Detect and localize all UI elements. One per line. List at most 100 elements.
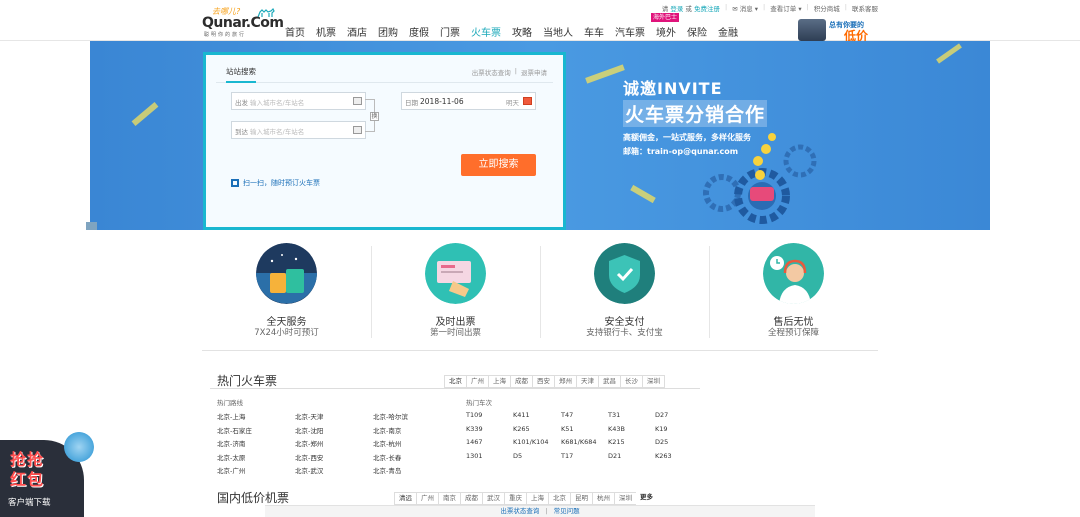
city-tab[interactable]: 南京: [438, 492, 460, 505]
train-link[interactable]: D5: [513, 452, 522, 460]
nav-item-cars[interactable]: 车车: [584, 24, 604, 39]
separator: |: [545, 507, 548, 515]
train-link[interactable]: K263: [655, 452, 672, 460]
separator: |: [806, 3, 809, 11]
city-tab[interactable]: 上海: [526, 492, 548, 505]
route-link[interactable]: 北京-广州: [217, 465, 245, 475]
city-tab[interactable]: 杭州: [592, 492, 614, 505]
route-link[interactable]: 北京-哈尔滨: [373, 411, 408, 421]
nav-item-hotels[interactable]: 酒店: [347, 24, 367, 39]
main-nav: 首页 机票 酒店 团购 度假 门票 火车票 攻略 当地人 车车 汽车票 海外巴士…: [285, 13, 749, 39]
swap-stations-button[interactable]: 换: [370, 112, 379, 121]
city-tab[interactable]: 武汉: [482, 492, 504, 505]
train-link[interactable]: K265: [513, 425, 530, 433]
login-link[interactable]: 登录: [670, 5, 683, 13]
date-field[interactable]: 日期 2018-11-06 明天: [401, 92, 536, 110]
city-tab[interactable]: 深圳: [614, 492, 636, 505]
points-mall-link[interactable]: 积分商城: [814, 3, 840, 13]
train-link[interactable]: K215: [608, 438, 625, 446]
ticket-status-link[interactable]: 出票状态查询: [500, 507, 539, 515]
city-tab[interactable]: 昆明: [570, 492, 592, 505]
route-link[interactable]: 北京-南京: [373, 425, 401, 435]
city-tab[interactable]: 西安: [532, 375, 554, 388]
route-link[interactable]: 北京-太原: [217, 452, 245, 462]
app-promo[interactable]: 总有你要的 低价: [798, 19, 878, 43]
nav-item-home[interactable]: 首页: [285, 24, 305, 39]
train-link[interactable]: T47: [561, 411, 573, 419]
train-link[interactable]: K19: [655, 425, 668, 433]
nav-item-trains[interactable]: 火车票: [471, 24, 501, 39]
station-list-icon[interactable]: [353, 97, 362, 105]
register-link[interactable]: 免费注册: [694, 5, 720, 13]
arrival-field[interactable]: 到达 输入城市名/车站名: [231, 121, 366, 139]
train-link[interactable]: K51: [561, 425, 574, 433]
city-tab[interactable]: 广州: [466, 375, 488, 388]
train-link[interactable]: K43B: [608, 425, 625, 433]
date-suffix: 明天: [506, 99, 519, 107]
search-button[interactable]: 立即搜索: [461, 154, 536, 176]
train-link[interactable]: K411: [513, 411, 530, 419]
city-tab[interactable]: 天津: [576, 375, 598, 388]
route-link[interactable]: 北京-济南: [217, 438, 245, 448]
train-link[interactable]: K681/K684: [561, 438, 597, 446]
city-tab[interactable]: 武昌: [598, 375, 620, 388]
city-tab[interactable]: 深圳: [642, 375, 665, 388]
route-link[interactable]: 北京-天津: [295, 411, 323, 421]
train-link[interactable]: D21: [608, 452, 621, 460]
route-link[interactable]: 北京-上海: [217, 411, 245, 421]
nav-item-group-buy[interactable]: 团购: [378, 24, 398, 39]
train-link[interactable]: K339: [466, 425, 483, 433]
city-tab[interactable]: 成都: [510, 375, 532, 388]
train-link[interactable]: T31: [608, 411, 620, 419]
city-tab[interactable]: 成都: [460, 492, 482, 505]
train-link[interactable]: D25: [655, 438, 668, 446]
nav-item-insurance[interactable]: 保险: [687, 24, 707, 39]
train-link[interactable]: K101/K104: [513, 438, 549, 446]
city-tab[interactable]: 北京: [444, 375, 466, 388]
route-link[interactable]: 北京-西安: [295, 452, 323, 462]
tab-station-search[interactable]: 站站搜索: [226, 66, 256, 83]
train-link[interactable]: T109: [466, 411, 482, 419]
date-value: 2018-11-06: [420, 97, 464, 106]
city-tab[interactable]: 上海: [488, 375, 510, 388]
city-tab[interactable]: 郑州: [554, 375, 576, 388]
train-link[interactable]: 1467: [466, 438, 483, 446]
nav-item-guides[interactable]: 攻略: [512, 24, 532, 39]
nav-item-vacation[interactable]: 度假: [409, 24, 429, 39]
station-list-icon[interactable]: [353, 126, 362, 134]
logo-name: Qunar.Com: [202, 15, 284, 31]
city-tab[interactable]: 重庆: [504, 492, 526, 505]
nav-item-bus[interactable]: 汽车票: [615, 24, 645, 39]
calendar-icon[interactable]: [523, 97, 532, 105]
city-tab[interactable]: 广州: [416, 492, 438, 505]
departure-field[interactable]: 出发 输入城市名/车站名: [231, 92, 366, 110]
route-link[interactable]: 北京-郑州: [295, 438, 323, 448]
nav-item-finance[interactable]: 金融: [718, 24, 738, 39]
route-link[interactable]: 北京-武汉: [295, 465, 323, 475]
qunar-logo[interactable]: 去哪儿? Qunar.Com 聪明你的旅行: [202, 6, 284, 38]
train-link[interactable]: D27: [655, 411, 668, 419]
city-tab[interactable]: 清远: [394, 492, 416, 505]
route-link[interactable]: 北京-青岛: [373, 465, 401, 475]
customer-service-link[interactable]: 联系客服: [852, 3, 878, 13]
route-link[interactable]: 北京-石家庄: [217, 425, 252, 435]
train-link[interactable]: 1301: [466, 452, 483, 460]
more-link[interactable]: 更多: [636, 492, 657, 505]
red-packet-app-download[interactable]: 抢抢 红包 客户端下载: [0, 432, 96, 517]
orders-menu[interactable]: 查看订单 ▾: [770, 3, 801, 13]
scan-to-book[interactable]: 扫一扫，随时预订火车票: [231, 178, 320, 188]
ticket-status-link[interactable]: 出票状态查询: [472, 67, 511, 77]
nav-item-tickets[interactable]: 门票: [440, 24, 460, 39]
route-link[interactable]: 北京-长春: [373, 452, 401, 462]
route-link[interactable]: 北京-沈阳: [295, 425, 323, 435]
messages-menu[interactable]: ✉ 消息 ▾: [732, 3, 758, 13]
refund-link[interactable]: 退票申请: [521, 67, 547, 77]
train-link[interactable]: T17: [561, 452, 573, 460]
city-tab[interactable]: 北京: [548, 492, 570, 505]
nav-item-locals[interactable]: 当地人: [543, 24, 573, 39]
nav-item-flights[interactable]: 机票: [316, 24, 336, 39]
city-tab[interactable]: 长沙: [620, 375, 642, 388]
route-link[interactable]: 北京-杭州: [373, 438, 401, 448]
nav-item-overseas[interactable]: 海外巴士 境外: [651, 13, 680, 39]
faq-link[interactable]: 常见问题: [554, 507, 580, 515]
